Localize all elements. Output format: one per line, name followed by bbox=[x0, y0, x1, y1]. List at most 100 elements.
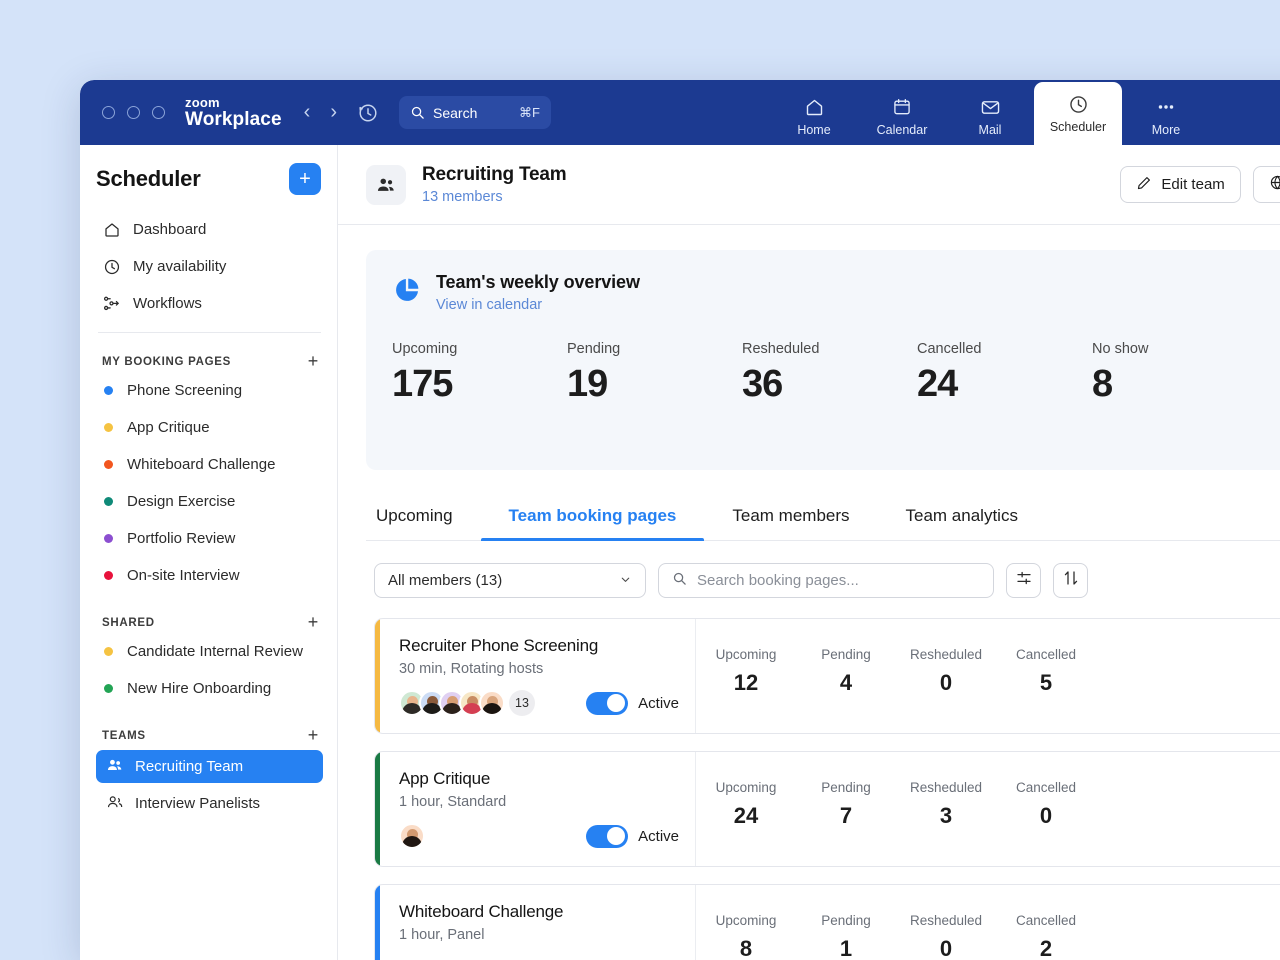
card-stat-value: 24 bbox=[696, 803, 796, 829]
home-icon bbox=[102, 221, 121, 239]
card-stat-resheduled: Resheduled 0 bbox=[896, 647, 996, 696]
main-content: Recruiting Team 13 members Edit team bbox=[338, 145, 1280, 960]
sidebar-item-my-availability-label: My availability bbox=[133, 258, 226, 275]
maximize-window-button[interactable] bbox=[152, 106, 165, 119]
overview-stat-label: No show bbox=[1092, 341, 1267, 357]
overview-stat-value: 19 bbox=[567, 363, 742, 406]
booking-page-card[interactable]: Recruiter Phone Screening 30 min, Rotati… bbox=[374, 618, 1280, 734]
card-stat-label: Upcoming bbox=[696, 647, 796, 662]
back-button[interactable]: ‹ bbox=[304, 101, 311, 124]
sidebar-item-phone-screening[interactable]: Phone Screening bbox=[96, 372, 323, 409]
search-input[interactable]: Search ⌘F bbox=[399, 96, 551, 129]
weekly-overview-card: Team's weekly overview View in calendar … bbox=[366, 250, 1280, 470]
card-stat-label: Upcoming bbox=[696, 780, 796, 795]
sidebar-item-design-exercise[interactable]: Design Exercise bbox=[96, 483, 323, 520]
host-avatars[interactable] bbox=[399, 823, 419, 849]
team-page-button[interactable]: Team p bbox=[1253, 166, 1280, 203]
sort-button[interactable] bbox=[1053, 563, 1088, 598]
sidebar-item-workflows[interactable]: Workflows bbox=[96, 285, 323, 322]
tab-mail[interactable]: Mail bbox=[946, 88, 1034, 145]
filter-row: All members (13) Search booking pages... bbox=[374, 563, 1280, 598]
tab-more[interactable]: More bbox=[1122, 88, 1210, 145]
tab-calendar-label: Calendar bbox=[877, 123, 928, 137]
team-filled-icon bbox=[106, 756, 124, 778]
filter-button[interactable] bbox=[1006, 563, 1041, 598]
card-stat-pending: Pending 4 bbox=[796, 647, 896, 696]
tab-team-members[interactable]: Team members bbox=[704, 506, 877, 540]
window-controls[interactable] bbox=[102, 106, 165, 119]
active-toggle[interactable] bbox=[586, 692, 628, 715]
tab-team-booking-pages[interactable]: Team booking pages bbox=[481, 506, 705, 540]
add-team-button[interactable]: + bbox=[308, 725, 319, 746]
sidebar-item-candidate-internal-review[interactable]: Candidate Internal Review bbox=[96, 633, 323, 670]
view-in-calendar-link[interactable]: View in calendar bbox=[436, 297, 640, 313]
tab-calendar[interactable]: Calendar bbox=[858, 88, 946, 145]
card-stat-value: 4 bbox=[796, 670, 896, 696]
close-window-button[interactable] bbox=[102, 106, 115, 119]
tab-upcoming[interactable]: Upcoming bbox=[366, 506, 481, 540]
card-stats: Upcoming 12 Pending 4 Resheduled 0 Can bbox=[695, 619, 1280, 733]
search-booking-pages-input[interactable]: Search booking pages... bbox=[658, 563, 994, 598]
sidebar-item-portfolio-review[interactable]: Portfolio Review bbox=[96, 520, 323, 557]
sidebar-item-dashboard-label: Dashboard bbox=[133, 221, 206, 238]
card-stat-resheduled: Resheduled 0 bbox=[896, 913, 996, 960]
forward-button[interactable]: › bbox=[330, 101, 337, 124]
sidebar-item-app-critique[interactable]: App Critique bbox=[96, 409, 323, 446]
sidebar-item-interview-panelists[interactable]: Interview Panelists bbox=[96, 787, 323, 820]
team-header-actions: Edit team Team p bbox=[1120, 166, 1280, 203]
tab-team-analytics[interactable]: Team analytics bbox=[878, 506, 1046, 540]
pie-chart-icon bbox=[392, 275, 422, 310]
overview-stat-label: Upcoming bbox=[392, 341, 567, 357]
sidebar-group-booking-pages-label: MY BOOKING PAGES bbox=[102, 356, 231, 368]
card-stat-label: Upcoming bbox=[696, 913, 796, 928]
card-stat-upcoming: Upcoming 12 bbox=[696, 647, 796, 696]
sidebar-booking-page-label: Design Exercise bbox=[127, 493, 235, 510]
card-title: App Critique bbox=[399, 769, 695, 789]
sidebar-item-recruiting-team[interactable]: Recruiting Team bbox=[96, 750, 323, 783]
add-shared-page-button[interactable]: + bbox=[308, 612, 319, 633]
color-dot-icon bbox=[104, 423, 113, 432]
card-stat-value: 12 bbox=[696, 670, 796, 696]
sidebar-item-recruiting-team-label: Recruiting Team bbox=[135, 758, 243, 775]
tab-scheduler[interactable]: Scheduler bbox=[1034, 82, 1122, 145]
card-stat-label: Resheduled bbox=[896, 647, 996, 662]
history-icon[interactable] bbox=[357, 102, 379, 124]
card-stat-label: Pending bbox=[796, 913, 896, 928]
overview-stat-label: Resheduled bbox=[742, 341, 917, 357]
color-dot-icon bbox=[104, 497, 113, 506]
member-filter-select[interactable]: All members (13) bbox=[374, 563, 646, 598]
clock-icon bbox=[1068, 93, 1089, 115]
tab-home[interactable]: Home bbox=[770, 88, 858, 145]
card-subtitle: 1 hour, Standard bbox=[399, 794, 695, 810]
team-member-count[interactable]: 13 members bbox=[422, 189, 566, 205]
sidebar-item-on-site-interview[interactable]: On-site Interview bbox=[96, 557, 323, 594]
create-new-button[interactable]: + bbox=[289, 163, 321, 195]
sidebar-booking-page-label: Portfolio Review bbox=[127, 530, 235, 547]
overview-stat-value: 8 bbox=[1092, 363, 1267, 406]
card-footer: 13 Active bbox=[399, 690, 695, 716]
workflow-icon bbox=[102, 294, 121, 313]
card-stat-value: 0 bbox=[896, 670, 996, 696]
sidebar-item-workflows-label: Workflows bbox=[133, 295, 202, 312]
sidebar-item-new-hire-onboarding[interactable]: New Hire Onboarding bbox=[96, 670, 323, 707]
minimize-window-button[interactable] bbox=[127, 106, 140, 119]
sidebar-booking-page-label: On-site Interview bbox=[127, 567, 240, 584]
search-icon bbox=[672, 571, 687, 590]
booking-page-card[interactable]: App Critique 1 hour, Standard Active bbox=[374, 751, 1280, 867]
team-outline-icon bbox=[106, 793, 124, 815]
card-stat-pending: Pending 1 bbox=[796, 913, 896, 960]
add-booking-page-button[interactable]: + bbox=[308, 351, 319, 372]
calendar-icon bbox=[892, 96, 912, 118]
edit-team-button[interactable]: Edit team bbox=[1120, 166, 1240, 203]
sidebar-item-my-availability[interactable]: My availability bbox=[96, 248, 323, 285]
host-avatars[interactable]: 13 bbox=[399, 690, 535, 716]
sidebar-header: Scheduler + bbox=[96, 163, 323, 195]
active-toggle[interactable] bbox=[586, 825, 628, 848]
booking-page-card[interactable]: Whiteboard Challenge 1 hour, Panel Upcom… bbox=[374, 884, 1280, 960]
sidebar-shared-label: New Hire Onboarding bbox=[127, 680, 271, 697]
tab-scheduler-label: Scheduler bbox=[1050, 120, 1106, 134]
app-window: zoom Workplace ‹ › Search ⌘F bbox=[80, 80, 1280, 960]
sidebar-item-whiteboard-challenge[interactable]: Whiteboard Challenge bbox=[96, 446, 323, 483]
sidebar-item-dashboard[interactable]: Dashboard bbox=[96, 211, 323, 248]
card-stats: Upcoming 8 Pending 1 Resheduled 0 Canc bbox=[695, 885, 1280, 960]
